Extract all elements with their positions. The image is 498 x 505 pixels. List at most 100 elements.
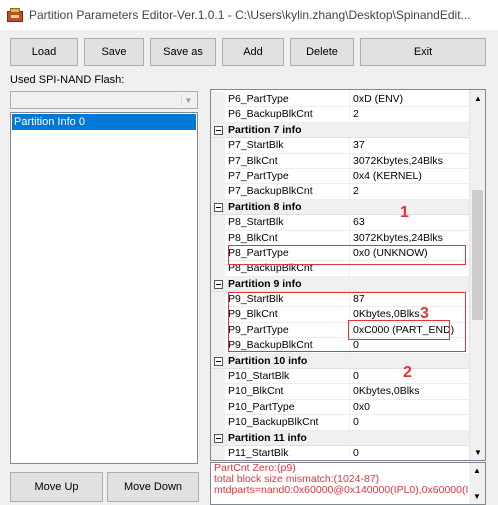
property-name: P7_BackupBlkCnt: [228, 185, 313, 198]
property-value[interactable]: 3072Kbytes,24Blks: [353, 155, 443, 167]
section-label: Partition 9 info: [228, 277, 302, 290]
collapse-icon[interactable]: [214, 433, 223, 443]
grid-gutter: [211, 322, 225, 338]
message-line: mtdparts=nand0:0x60000@0x140000(IPL0),0x…: [214, 484, 482, 496]
grid-gutter: [211, 415, 225, 430]
load-button[interactable]: Load: [10, 38, 78, 66]
grid-divider: [349, 415, 350, 430]
property-name: P7_PartType: [228, 169, 289, 182]
annotation-box-3: [348, 320, 450, 340]
property-name: P7_BlkCnt: [228, 154, 278, 167]
grid-gutter: [211, 445, 225, 460]
collapse-icon[interactable]: [214, 125, 223, 135]
grid-property-row[interactable]: P11_StartBlk 0: [211, 445, 470, 460]
property-grid-rows: P6_PartType 0xD (ENV) P6_BackupBlkCnt 2 Part…: [211, 92, 470, 460]
property-value[interactable]: 0: [353, 370, 359, 382]
grid-section-row[interactable]: Partition 11 info: [211, 430, 470, 446]
save-as-button[interactable]: Save as: [150, 38, 216, 66]
annotation-number-1: 1: [400, 204, 409, 221]
scroll-down-icon[interactable]: ▼: [470, 444, 485, 460]
grid-section-row[interactable]: Partition 7 info: [211, 122, 470, 139]
collapse-icon[interactable]: [214, 356, 223, 366]
move-down-button[interactable]: Move Down: [107, 472, 199, 502]
grid-divider: [349, 92, 350, 107]
property-value[interactable]: 2: [353, 108, 359, 120]
grid-section-row[interactable]: Partition 10 info: [211, 353, 470, 370]
message-box[interactable]: PartCnt Zero:(p9) total block size misma…: [210, 462, 486, 505]
grid-section-row[interactable]: Partition 8 info: [211, 199, 470, 216]
grid-gutter: [211, 399, 225, 415]
chevron-up-icon[interactable]: ▲: [473, 465, 481, 476]
property-value[interactable]: 0: [353, 416, 359, 428]
grid-gutter: [211, 138, 225, 153]
flash-label: Used SPI-NAND Flash:: [10, 74, 125, 86]
property-value[interactable]: 0x4 (KERNEL): [353, 170, 422, 182]
grid-property-row[interactable]: P6_PartType 0xD (ENV): [211, 92, 470, 108]
grid-property-row[interactable]: P8_StartBlk 63: [211, 215, 470, 231]
grid-scrollbar[interactable]: ▲ ▼: [469, 90, 485, 460]
grid-divider: [349, 230, 350, 245]
grid-gutter: [211, 245, 225, 261]
window-title: Partition Parameters Editor-Ver.1.0.1 - …: [29, 8, 471, 22]
chevron-down-icon[interactable]: ▼: [473, 491, 481, 502]
property-name: P11_StartBlk: [228, 446, 289, 459]
title-bar: Partition Parameters Editor-Ver.1.0.1 - …: [0, 0, 498, 30]
grid-gutter: [211, 338, 225, 353]
scroll-up-icon[interactable]: ▲: [470, 90, 485, 106]
grid-property-row[interactable]: P10_BackupBlkCnt 0: [211, 415, 470, 431]
property-name: P8_BlkCnt: [228, 231, 278, 244]
section-label: Partition 10 info: [228, 354, 308, 367]
toolbar: Load Save Save as Add Delete Exit: [0, 30, 498, 72]
property-value[interactable]: 0Kbytes,0Blks: [353, 385, 420, 397]
grid-gutter: [211, 292, 225, 307]
section-label: Partition 8 info: [228, 200, 302, 213]
grid-divider: [349, 399, 350, 415]
grid-section-row[interactable]: Partition 9 info: [211, 276, 470, 293]
grid-property-row[interactable]: P10_PartType 0x0: [211, 399, 470, 416]
collapse-icon[interactable]: [214, 279, 223, 289]
grid-property-row[interactable]: P7_PartType 0x4 (KERNEL): [211, 168, 470, 185]
property-value[interactable]: 3072Kbytes,24Blks: [353, 232, 443, 244]
grid-property-row[interactable]: P7_BackupBlkCnt 2: [211, 184, 470, 200]
partition-list[interactable]: Partition Info 0: [10, 112, 198, 464]
grid-property-row[interactable]: P6_BackupBlkCnt 2: [211, 107, 470, 123]
grid-gutter: [211, 369, 225, 384]
grid-gutter: [211, 107, 225, 122]
chevron-down-icon[interactable]: ▼: [181, 94, 195, 106]
grid-divider: [349, 138, 350, 153]
exit-button[interactable]: Exit: [360, 38, 486, 66]
scroll-thumb[interactable]: [472, 190, 483, 320]
collapse-icon[interactable]: [214, 202, 223, 212]
property-value[interactable]: 2: [353, 185, 359, 197]
move-up-button[interactable]: Move Up: [10, 472, 103, 502]
property-name: P6_PartType: [228, 93, 289, 105]
delete-button[interactable]: Delete: [290, 38, 354, 66]
message-scrollbar[interactable]: ▲ ▼: [469, 463, 485, 504]
annotation-number-2: 2: [403, 364, 412, 381]
grid-divider: [349, 369, 350, 384]
grid-divider: [349, 384, 350, 399]
grid-gutter: [211, 92, 225, 107]
save-button[interactable]: Save: [84, 38, 144, 66]
grid-property-row[interactable]: P7_BlkCnt 3072Kbytes,24Blks: [211, 153, 470, 169]
property-value[interactable]: 37: [353, 139, 365, 151]
property-value[interactable]: 0x0: [353, 401, 370, 413]
grid-divider: [349, 168, 350, 184]
list-item[interactable]: Partition Info 0: [12, 114, 196, 130]
grid-property-row[interactable]: P7_StartBlk 37: [211, 138, 470, 154]
property-value[interactable]: 0xD (ENV): [353, 93, 403, 105]
app-icon: [7, 8, 23, 22]
add-button[interactable]: Add: [222, 38, 284, 66]
flash-select[interactable]: ▼: [10, 91, 198, 109]
property-value[interactable]: 0: [353, 447, 359, 459]
property-grid[interactable]: P6_PartType 0xD (ENV) P6_BackupBlkCnt 2 Part…: [210, 89, 486, 461]
grid-property-row[interactable]: P10_StartBlk 0: [211, 369, 470, 385]
grid-property-row[interactable]: P10_BlkCnt 0Kbytes,0Blks: [211, 384, 470, 400]
grid-property-row[interactable]: P8_BlkCnt 3072Kbytes,24Blks: [211, 230, 470, 246]
grid-gutter: [211, 215, 225, 230]
property-name: P8_StartBlk: [228, 216, 284, 229]
property-value[interactable]: 63: [353, 216, 365, 228]
annotation-number-3: 3: [420, 305, 429, 322]
section-label: Partition 7 info: [228, 123, 302, 136]
grid-divider: [349, 445, 350, 460]
